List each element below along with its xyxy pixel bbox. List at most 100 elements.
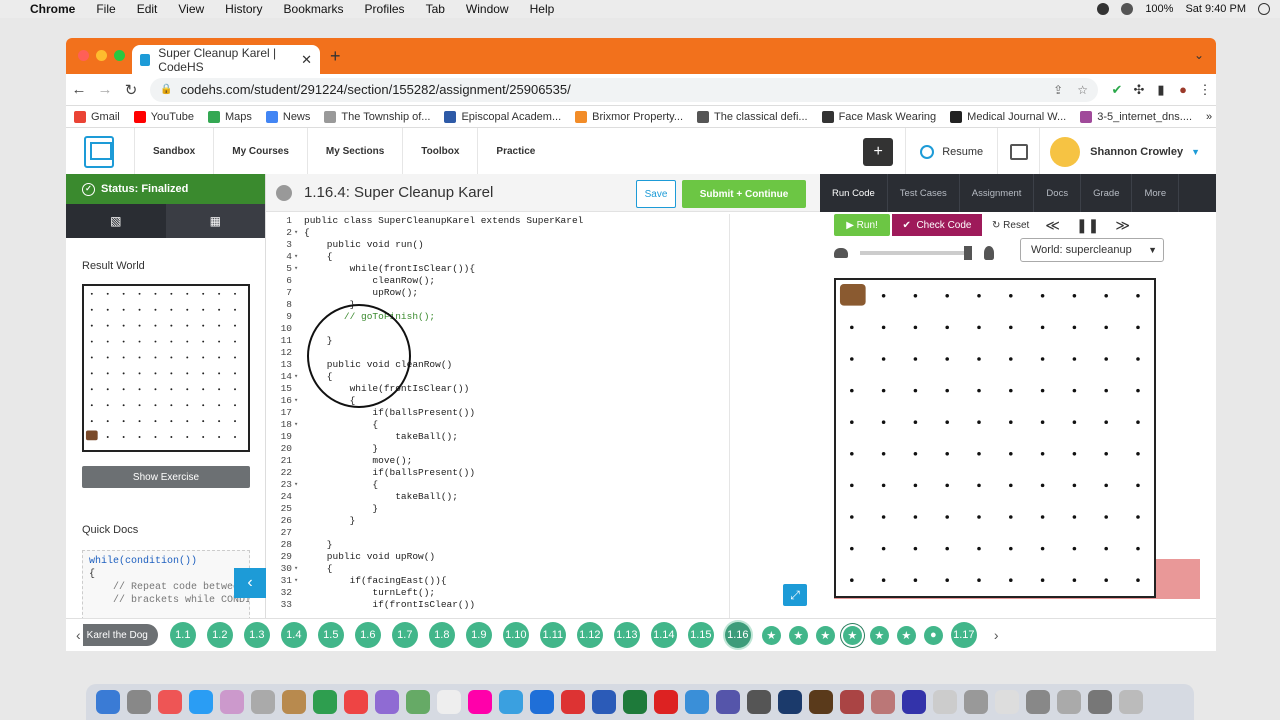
code-line[interactable]: 1 public class SuperCleanupKarel extends …: [266, 214, 820, 226]
gear-icon[interactable]: [276, 184, 292, 201]
fold-arrow-icon[interactable]: ▾: [294, 420, 304, 429]
user-menu[interactable]: Shannon Crowley ▼: [1039, 128, 1216, 176]
expand-editor-icon[interactable]: ⤢: [783, 584, 807, 606]
close-tab-icon[interactable]: ✕: [301, 52, 312, 68]
code-line[interactable]: 20 }: [266, 442, 820, 454]
unit-pill[interactable]: Karel the Dog: [82, 624, 158, 646]
tab-list-chevron-icon[interactable]: ⌄: [1194, 48, 1204, 62]
browser-tab[interactable]: Super Cleanup Karel | CodeHS ✕: [132, 45, 320, 74]
fast-forward-icon[interactable]: ≫: [1115, 217, 1130, 234]
exercise-star-icon[interactable]: ★: [788, 625, 808, 645]
lesson-circle[interactable]: 1.13: [613, 622, 640, 648]
collapse-panel-button[interactable]: ‹: [234, 568, 266, 598]
reload-icon[interactable]: ↻: [118, 81, 144, 99]
exercise-star-icon[interactable]: ★: [842, 625, 862, 645]
code-line[interactable]: 23 ▾ {: [266, 478, 820, 490]
lesson-circle[interactable]: 1.14: [650, 622, 677, 648]
dock-app-icon[interactable]: [932, 690, 957, 714]
bookmark-star-icon[interactable]: ☆: [1077, 83, 1088, 97]
slider-knob[interactable]: [964, 246, 972, 260]
dock-app-icon[interactable]: [560, 690, 585, 714]
lesson-circle[interactable]: 1.7: [391, 622, 418, 648]
url-text[interactable]: codehs.com/student/291224/section/155282…: [180, 82, 570, 97]
reset-button[interactable]: ↻ Reset: [992, 220, 1029, 231]
bookmark-item[interactable]: Brixmor Property...: [575, 110, 683, 123]
run-tab[interactable]: Docs: [1034, 174, 1082, 212]
menu-item[interactable]: Profiles: [365, 2, 405, 16]
lesson-circle[interactable]: 1.16: [724, 622, 751, 648]
dock-app-icon[interactable]: [157, 690, 182, 714]
code-line[interactable]: 28 }: [266, 538, 820, 550]
bookmark-item[interactable]: The Township of...: [324, 110, 430, 123]
bookmark-item[interactable]: The classical defi...: [697, 110, 808, 123]
run-tab[interactable]: Test Cases: [888, 174, 960, 212]
calendar-icon[interactable]: [997, 128, 1039, 176]
code-line[interactable]: 27: [266, 526, 820, 538]
fold-arrow-icon[interactable]: ▾: [294, 564, 304, 573]
map-tab-icon[interactable]: ▧: [66, 204, 166, 238]
extension-check-icon[interactable]: ✔: [1106, 82, 1128, 98]
fold-arrow-icon[interactable]: ▾: [294, 576, 304, 585]
code-line[interactable]: 5 ▾ while(frontIsClear()){: [266, 262, 820, 274]
menu-item[interactable]: Bookmarks: [284, 2, 344, 16]
dock-app-icon[interactable]: [436, 690, 461, 714]
dock-app-icon[interactable]: [777, 690, 802, 714]
sidepanel-icon[interactable]: ▮: [1150, 82, 1172, 98]
nav-link[interactable]: My Sections: [306, 127, 402, 176]
dock-app-icon[interactable]: [498, 690, 523, 714]
code-line[interactable]: 4 ▾ {: [266, 250, 820, 262]
extensions-puzzle-icon[interactable]: ✣: [1128, 82, 1150, 98]
dock-app-icon[interactable]: [312, 690, 337, 714]
lesson-circle[interactable]: 1.6: [354, 622, 381, 648]
code-line[interactable]: 31 ▾ if(facingEast()){: [266, 574, 820, 586]
calendar-tab-icon[interactable]: ▦: [165, 204, 265, 238]
dock-app-icon[interactable]: [405, 690, 430, 714]
resume-button[interactable]: Resume: [905, 128, 997, 176]
show-exercise-button[interactable]: Show Exercise: [82, 466, 250, 488]
share-icon[interactable]: ⇪: [1053, 83, 1063, 97]
forward-icon[interactable]: →: [92, 81, 118, 98]
bookmark-item[interactable]: Face Mask Wearing: [821, 110, 936, 123]
dock-app-icon[interactable]: [529, 690, 554, 714]
code-line[interactable]: 3 public void run(): [266, 238, 820, 250]
run-tab[interactable]: Run Code: [820, 174, 888, 212]
bookmark-item[interactable]: News: [265, 110, 310, 123]
exercise-dot-icon[interactable]: ●: [923, 625, 943, 645]
progress-next-icon[interactable]: ›: [994, 627, 999, 643]
exercise-star-icon[interactable]: ★: [869, 625, 889, 645]
code-line[interactable]: 26 }: [266, 514, 820, 526]
close-window-button[interactable]: [78, 50, 89, 61]
speed-slider[interactable]: [860, 246, 972, 260]
nav-link[interactable]: Toolbox: [402, 127, 477, 176]
dock-app-icon[interactable]: [1056, 690, 1081, 714]
profile-avatar-icon[interactable]: ●: [1172, 82, 1194, 97]
dock-app-icon[interactable]: [901, 690, 926, 714]
code-line[interactable]: 30 ▾ {: [266, 562, 820, 574]
menu-item[interactable]: History: [225, 2, 262, 16]
menu-item[interactable]: View: [178, 2, 204, 16]
dock-app-icon[interactable]: [870, 690, 895, 714]
code-line[interactable]: 18 ▾ {: [266, 418, 820, 430]
menu-item[interactable]: Help: [530, 2, 555, 16]
code-line[interactable]: 7 upRow();: [266, 286, 820, 298]
lesson-circle[interactable]: 1.1: [169, 622, 196, 648]
dock-app-icon[interactable]: [715, 690, 740, 714]
lesson-circle[interactable]: 1.2: [206, 622, 233, 648]
menu-item[interactable]: Edit: [137, 2, 158, 16]
lesson-circle[interactable]: 1.3: [243, 622, 270, 648]
lesson-circle[interactable]: 1.12: [576, 622, 603, 648]
nav-link[interactable]: Sandbox: [134, 127, 213, 176]
code-line[interactable]: 33 if(frontIsClear()): [266, 598, 820, 610]
url-bar[interactable]: 🔒 codehs.com/student/291224/section/1552…: [150, 77, 1098, 102]
dock-app-icon[interactable]: [126, 690, 151, 714]
dock-app-icon[interactable]: [963, 690, 988, 714]
record-icon[interactable]: [1097, 3, 1110, 15]
lesson-circle[interactable]: 1.11: [539, 622, 566, 648]
dock-app-icon[interactable]: [188, 690, 213, 714]
run-tab[interactable]: More: [1132, 174, 1180, 212]
exercise-star-icon[interactable]: ★: [896, 625, 916, 645]
run-tab[interactable]: Assignment: [960, 174, 1035, 212]
lesson-circle[interactable]: 1.15: [687, 622, 714, 648]
fold-arrow-icon[interactable]: ▾: [294, 252, 304, 261]
rewind-icon[interactable]: ≪: [1045, 217, 1060, 234]
